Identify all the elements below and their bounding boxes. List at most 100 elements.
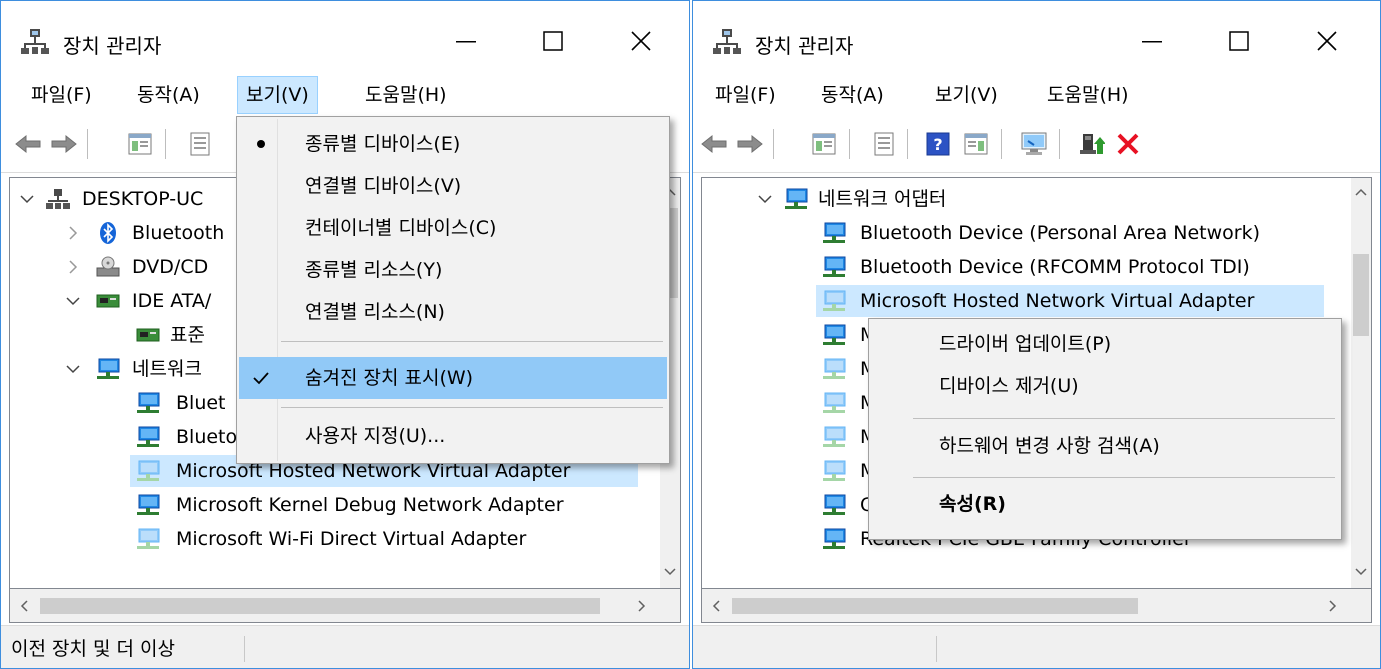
menu-bar: 파일(F) 동작(A) 보기(V) 도움말(H) bbox=[693, 73, 1380, 117]
maximize-button[interactable] bbox=[525, 21, 581, 61]
menu-file[interactable]: 파일(F) bbox=[23, 76, 100, 114]
device-context-menu: 드라이버 업데이트(P) 디바이스 제거(U) 하드웨어 변경 사항 검색(A)… bbox=[868, 318, 1342, 540]
show-hide-console-tree-button[interactable] bbox=[125, 129, 155, 159]
scroll-up-icon[interactable] bbox=[1351, 182, 1371, 202]
collapse-chevron-icon[interactable] bbox=[62, 250, 84, 284]
close-button[interactable] bbox=[613, 21, 669, 61]
scroll-left-icon[interactable] bbox=[14, 596, 34, 616]
view-menu-item[interactable]: 연결별 디바이스(V) bbox=[239, 165, 667, 207]
toolbar-separator bbox=[1059, 129, 1060, 159]
update-driver-button[interactable] bbox=[1077, 129, 1107, 159]
view-menu-item-highlighted[interactable]: 숨겨진 장치 표시(W) bbox=[239, 357, 667, 399]
tree-node-label: Bluetooth Device (RFCOMM Protocol TDI) bbox=[860, 256, 1250, 278]
network-adapter-faded-icon bbox=[823, 392, 846, 413]
view-menu-item[interactable]: 연결별 리소스(N) bbox=[239, 291, 667, 333]
scroll-left-icon[interactable] bbox=[706, 596, 726, 616]
toolbar-separator bbox=[849, 129, 850, 159]
status-bar bbox=[693, 625, 1380, 668]
checkmark-icon bbox=[241, 357, 281, 399]
view-menu-item[interactable]: 컨테이너별 디바이스(C) bbox=[239, 207, 667, 249]
scroll-thumb[interactable] bbox=[732, 598, 1138, 614]
expand-chevron-icon[interactable] bbox=[16, 182, 38, 216]
tree-node-label: IDE ATA/ bbox=[132, 290, 212, 312]
close-icon bbox=[1317, 31, 1337, 51]
toolbar-separator bbox=[1001, 129, 1002, 159]
maximize-button[interactable] bbox=[1211, 21, 1267, 61]
ide-controller-icon bbox=[136, 328, 160, 342]
window-title: 장치 관리자 bbox=[63, 34, 162, 58]
scroll-right-icon[interactable] bbox=[632, 596, 652, 616]
menu-separator bbox=[281, 341, 663, 342]
back-button[interactable] bbox=[699, 129, 729, 159]
scan-hardware-button[interactable] bbox=[1019, 129, 1049, 159]
help-icon: ? bbox=[926, 132, 950, 156]
scroll-down-icon[interactable] bbox=[660, 562, 680, 582]
horizontal-scrollbar[interactable] bbox=[9, 589, 681, 623]
menu-separator bbox=[281, 407, 663, 408]
view-menu-item-label: 컨테이너별 디바이스(C) bbox=[305, 217, 497, 239]
help-button[interactable]: ? bbox=[923, 129, 953, 159]
maximize-icon bbox=[543, 31, 563, 51]
expand-chevron-icon[interactable] bbox=[754, 182, 776, 216]
tree-node-label: Microsoft Hosted Network Virtual Adapter bbox=[860, 290, 1255, 312]
menu-bar: 파일(F) 동작(A) 보기(V) 도움말(H) bbox=[1, 73, 689, 117]
forward-button[interactable] bbox=[49, 129, 79, 159]
tree-node-label: 네트워크 bbox=[132, 358, 202, 380]
menu-view[interactable]: 보기(V) bbox=[927, 76, 1006, 114]
uninstall-device-button[interactable] bbox=[1113, 129, 1143, 159]
network-adapter-icon bbox=[823, 222, 846, 243]
menu-file[interactable]: 파일(F) bbox=[707, 76, 784, 114]
view-menu-item[interactable]: 종류별 디바이스(E) bbox=[239, 123, 667, 165]
forward-button[interactable] bbox=[735, 129, 765, 159]
window-title: 장치 관리자 bbox=[755, 34, 854, 58]
scroll-thumb[interactable] bbox=[1353, 254, 1369, 336]
device-manager-icon bbox=[21, 29, 49, 54]
view-menu-item-label: 숨겨진 장치 표시(W) bbox=[305, 367, 474, 389]
menu-action[interactable]: 동작(A) bbox=[813, 76, 892, 114]
back-button[interactable] bbox=[13, 129, 43, 159]
vertical-scrollbar[interactable] bbox=[1351, 178, 1371, 588]
context-menu-item-default[interactable]: 속성(R) bbox=[871, 483, 1339, 525]
show-hide-console-tree-button[interactable] bbox=[809, 129, 839, 159]
console-tree-icon bbox=[812, 133, 836, 155]
tree-node-label: Microsoft Wi-Fi Direct Virtual Adapter bbox=[176, 528, 527, 550]
status-text: 이전 장치 및 더 이상 bbox=[11, 638, 175, 660]
context-menu-item[interactable]: 드라이버 업데이트(P) bbox=[871, 323, 1339, 365]
title-bar[interactable]: 장치 관리자 bbox=[693, 1, 1380, 71]
scroll-right-icon[interactable] bbox=[1323, 596, 1343, 616]
view-menu-item[interactable]: 사용자 지정(U)... bbox=[239, 415, 667, 457]
tree-node-selected[interactable]: Microsoft Hosted Network Virtual Adapter bbox=[702, 284, 1342, 318]
menu-action[interactable]: 동작(A) bbox=[129, 76, 208, 114]
minimize-icon bbox=[456, 41, 476, 43]
title-bar[interactable]: 장치 관리자 bbox=[1, 1, 689, 71]
network-adapter-icon bbox=[823, 324, 846, 345]
scroll-thumb[interactable] bbox=[40, 598, 600, 614]
minimize-button[interactable] bbox=[438, 21, 494, 61]
menu-view[interactable]: 보기(V) bbox=[237, 76, 318, 114]
action-pane-button[interactable] bbox=[961, 129, 991, 159]
scan-monitor-icon bbox=[1021, 132, 1047, 155]
minimize-button[interactable] bbox=[1124, 21, 1180, 61]
tree-node-label: Blueto bbox=[176, 426, 238, 448]
view-menu-item-label: 연결별 리소스(N) bbox=[305, 301, 445, 323]
menu-help[interactable]: 도움말(H) bbox=[357, 76, 455, 114]
bluetooth-icon bbox=[100, 222, 116, 244]
properties-button[interactable] bbox=[869, 129, 899, 159]
horizontal-scrollbar[interactable] bbox=[701, 589, 1372, 623]
forward-arrow-icon bbox=[737, 134, 763, 154]
bullet-icon bbox=[241, 123, 281, 165]
context-menu-item[interactable]: 하드웨어 변경 사항 검색(A) bbox=[871, 425, 1339, 467]
properties-button[interactable] bbox=[185, 129, 215, 159]
close-button[interactable] bbox=[1299, 21, 1355, 61]
expand-chevron-icon[interactable] bbox=[62, 352, 84, 386]
view-menu-item[interactable]: 종류별 리소스(Y) bbox=[239, 249, 667, 291]
context-menu-item[interactable]: 디바이스 제거(U) bbox=[871, 365, 1339, 407]
tree-node-label: DVD/CD bbox=[132, 256, 209, 278]
view-menu-item-label: 종류별 디바이스(E) bbox=[305, 133, 461, 155]
expand-chevron-icon[interactable] bbox=[62, 284, 84, 318]
collapse-chevron-icon[interactable] bbox=[62, 216, 84, 250]
menu-separator bbox=[913, 477, 1335, 478]
menu-help[interactable]: 도움말(H) bbox=[1039, 76, 1137, 114]
ide-controller-icon bbox=[96, 294, 120, 308]
scroll-down-icon[interactable] bbox=[1351, 562, 1371, 582]
